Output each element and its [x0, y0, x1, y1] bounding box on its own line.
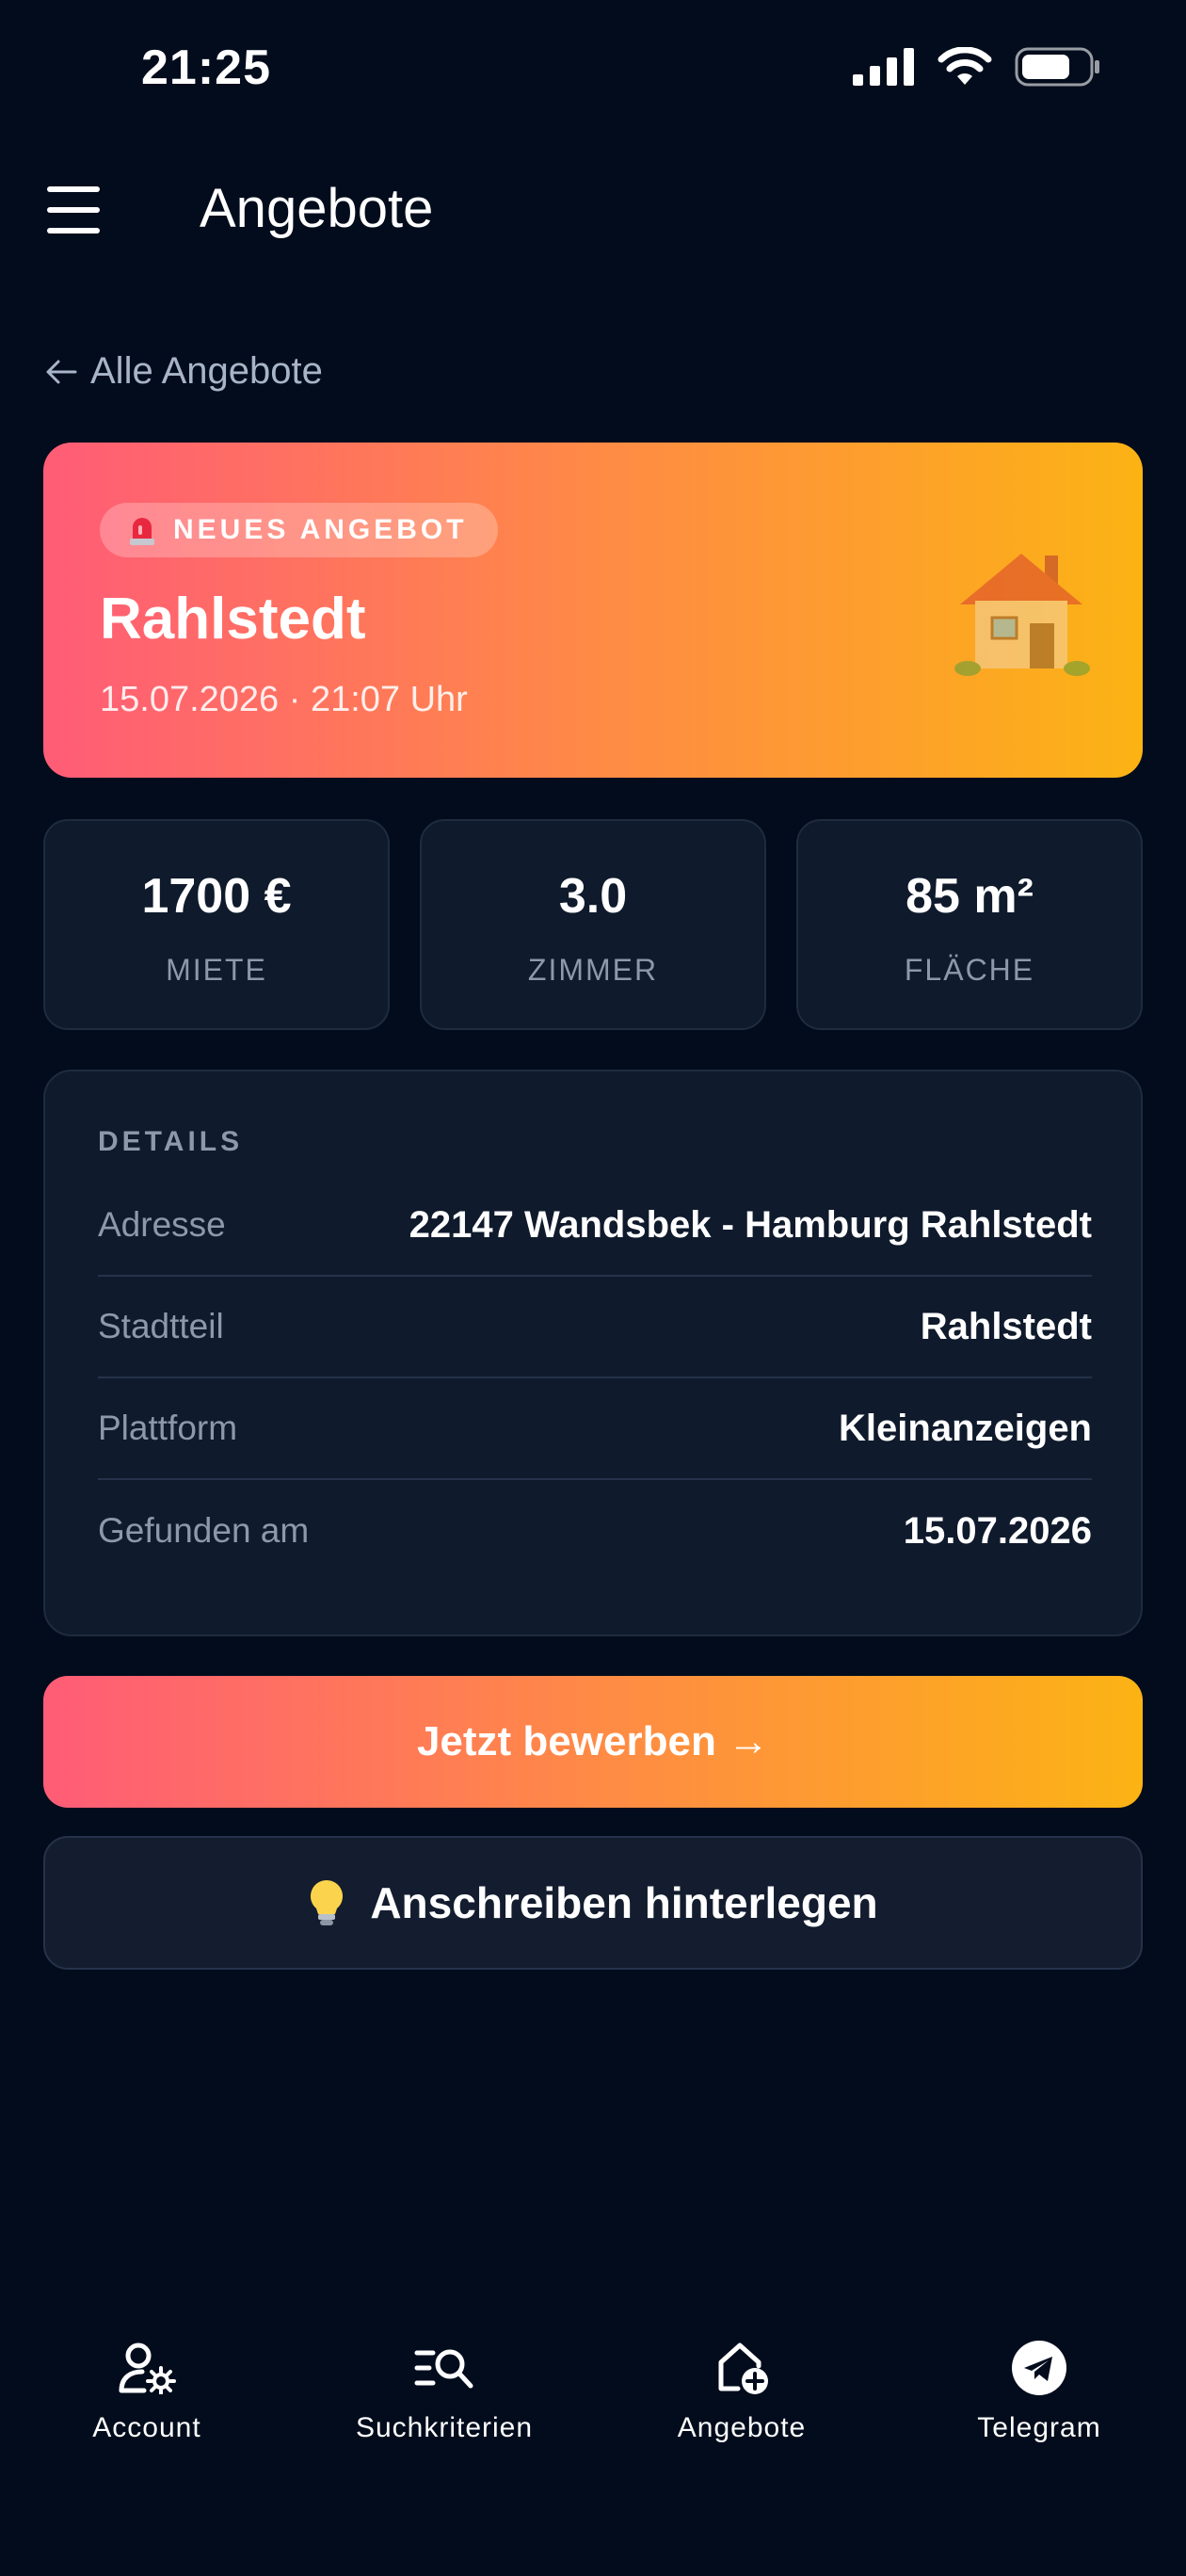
offer-hero-card: NEUES ANGEBOT Rahlstedt 15.07.2026 · 21:…	[43, 443, 1143, 778]
app-header: Angebote	[0, 169, 1186, 254]
stat-value-rooms: 3.0	[558, 869, 628, 924]
nav-telegram-label: Telegram	[977, 2412, 1101, 2443]
telegram-icon	[1012, 2341, 1066, 2395]
details-card: DETAILS Adresse 22147 Wandsbek - Hamburg…	[43, 1070, 1143, 1636]
nav-search-criteria[interactable]: Suchkriterien	[322, 2335, 567, 2444]
cover-letter-label: Anschreiben hinterlegen	[370, 1878, 878, 1927]
offer-date: 15.07.2026 · 21:07 Uhr	[100, 680, 468, 719]
apply-now-button[interactable]: Jetzt bewerben →	[43, 1676, 1143, 1808]
stat-card-rent: 1700 € MIETE	[43, 819, 390, 1030]
page-title: Angebote	[200, 178, 434, 239]
arrow-left-icon	[46, 360, 77, 383]
status-bar: 21:25	[0, 0, 1186, 141]
detail-label: Stadtteil	[98, 1307, 224, 1345]
detail-label: Plattform	[98, 1409, 238, 1447]
back-link-label: Alle Angebote	[90, 350, 323, 392]
lightbulb-icon	[311, 1879, 344, 1925]
search-criteria-icon	[414, 2349, 473, 2389]
detail-value: Kleinanzeigen	[839, 1407, 1092, 1449]
detail-label: Adresse	[98, 1205, 226, 1244]
stat-card-area: 85 m² FLÄCHE	[796, 819, 1143, 1030]
add-cover-letter-button[interactable]: Anschreiben hinterlegen	[43, 1836, 1143, 1970]
stat-card-rooms: 3.0 ZIMMER	[420, 819, 766, 1030]
nav-telegram[interactable]: Telegram	[917, 2335, 1162, 2444]
screen: 21:25 Angebote Alle Angebote NEUES ANGEB…	[0, 0, 1186, 2576]
nav-account-label: Account	[92, 2412, 201, 2443]
stat-label-rent: MIETE	[166, 953, 267, 987]
stat-label-area: FLÄCHE	[904, 953, 1035, 987]
detail-value: 15.07.2026	[903, 1509, 1092, 1552]
detail-value: Rahlstedt	[920, 1305, 1092, 1347]
badge-label: NEUES ANGEBOT	[173, 514, 468, 545]
detail-label: Gefunden am	[98, 1511, 310, 1550]
cellular-signal-icon	[853, 48, 914, 86]
hamburger-menu-icon[interactable]	[47, 186, 104, 233]
status-time: 21:25	[141, 40, 271, 95]
stat-label-rooms: ZIMMER	[527, 953, 659, 987]
detail-row-address: Adresse 22147 Wandsbek - Hamburg Rahlste…	[98, 1175, 1092, 1277]
details-heading: DETAILS	[98, 1126, 244, 1157]
nav-account[interactable]: Account	[24, 2335, 269, 2444]
nav-search-criteria-label: Suchkriterien	[355, 2412, 534, 2443]
stat-value-rent: 1700 €	[141, 869, 292, 924]
offer-title: Rahlstedt	[100, 587, 366, 652]
detail-row-district: Stadtteil Rahlstedt	[98, 1277, 1092, 1378]
detail-value: 22147 Wandsbek - Hamburg Rahlstedt	[409, 1203, 1092, 1246]
bottom-navigation: Account Suchkriterien Angebote Telegram	[0, 2335, 1186, 2486]
nav-offers[interactable]: Angebote	[619, 2335, 864, 2444]
status-icons	[853, 47, 1101, 87]
back-to-all-offers-link[interactable]: Alle Angebote	[45, 350, 323, 393]
home-add-icon	[718, 2343, 768, 2394]
detail-row-found-date: Gefunden am 15.07.2026	[98, 1480, 1092, 1582]
detail-row-platform: Plattform Kleinanzeigen	[98, 1378, 1092, 1480]
stat-value-area: 85 m²	[906, 869, 1034, 924]
wifi-icon	[938, 47, 992, 85]
battery-icon	[1015, 47, 1099, 87]
new-offer-badge: NEUES ANGEBOT	[100, 503, 498, 557]
siren-icon	[130, 518, 154, 545]
nav-offers-label: Angebote	[677, 2412, 807, 2443]
account-settings-icon	[119, 2343, 176, 2394]
house-icon	[954, 554, 1090, 676]
